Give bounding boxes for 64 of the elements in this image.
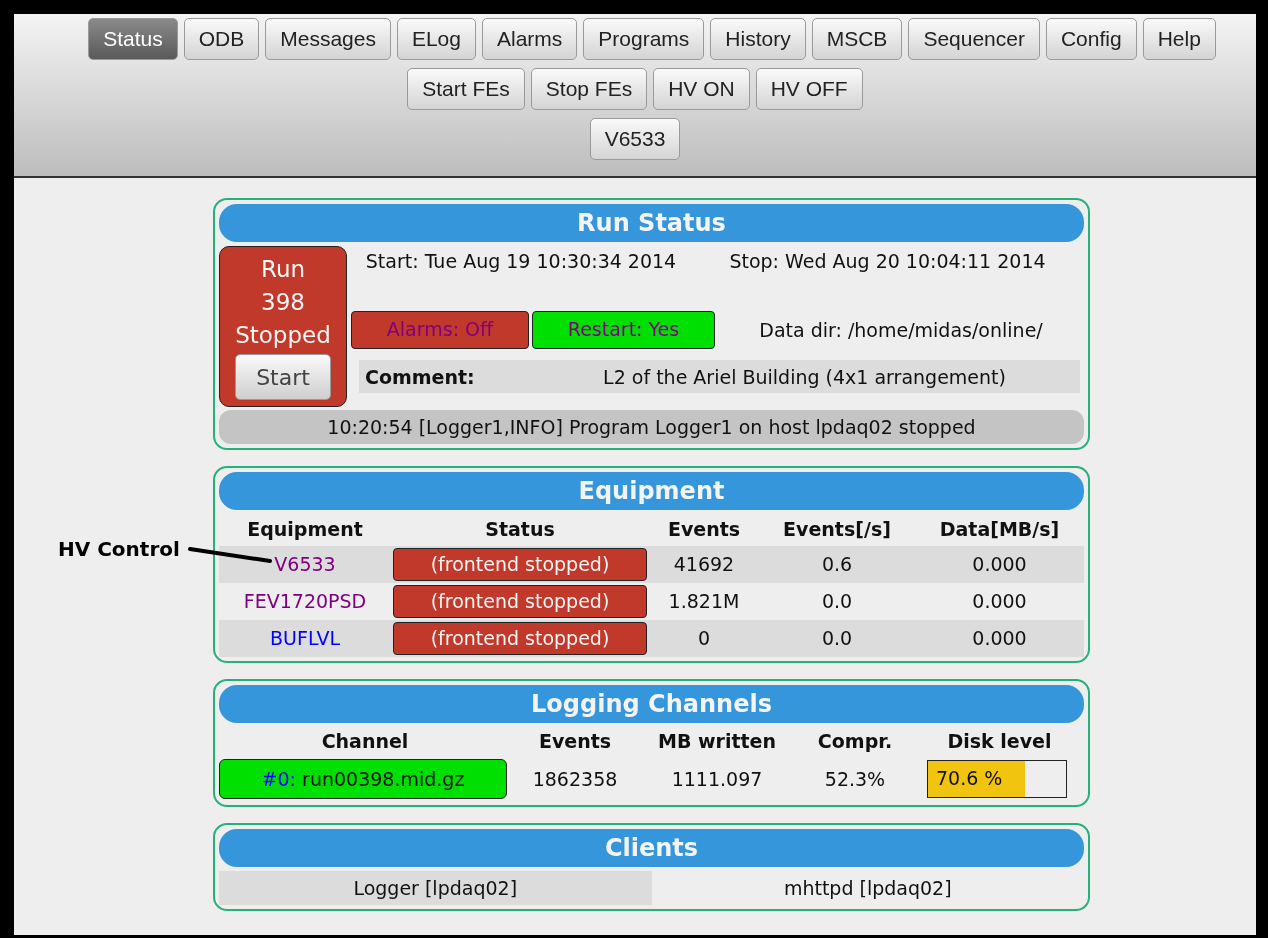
column-header: Status xyxy=(391,512,649,546)
panel-title: Clients xyxy=(219,829,1084,867)
data-dir: Data dir: /home/midas/online/ xyxy=(758,319,1044,341)
run-state: Stopped xyxy=(235,321,331,350)
nav-tab[interactable]: ELog xyxy=(396,18,476,60)
data-rate-value: 0.000 xyxy=(972,627,1027,650)
nav-tab[interactable]: ODB xyxy=(183,18,260,60)
message-bar: 10:20:54 [Logger1,INFO] Program Logger1 on host lpdaq02 stopped xyxy=(219,410,1084,444)
action-button[interactable]: HV ON xyxy=(653,68,750,110)
status-badge: (frontend stopped) xyxy=(393,585,647,618)
events-value: 41692 xyxy=(673,553,735,576)
column-header: Disk level xyxy=(946,728,1053,754)
column-header: Compr. xyxy=(816,728,894,754)
column-header: Events xyxy=(649,512,759,546)
nav-tab[interactable]: Sequencer xyxy=(908,18,1040,60)
run-number: 398 xyxy=(261,288,305,317)
restart-indicator: Restart: Yes xyxy=(532,311,715,349)
nav-tab[interactable]: Help xyxy=(1142,18,1216,60)
events-value: 1862358 xyxy=(532,767,618,790)
start-button[interactable]: Start xyxy=(235,354,331,400)
column-header: Channel xyxy=(320,728,410,754)
rate-value: 0.0 xyxy=(821,590,853,613)
nav-tab[interactable]: Status xyxy=(88,18,178,60)
comment-label: Comment: xyxy=(364,365,476,388)
rate-value: 0.6 xyxy=(821,553,853,576)
disk-level-text: 70.6 % xyxy=(935,767,1003,789)
status-badge: (frontend stopped) xyxy=(393,548,647,581)
nav-tab[interactable]: Messages xyxy=(265,18,391,60)
alarms-indicator: Alarms: Off xyxy=(351,311,529,349)
panel-title: Equipment xyxy=(219,472,1084,510)
channel-badge[interactable]: #0: run00398.mid.gz xyxy=(219,759,507,799)
nav-tab[interactable]: Config xyxy=(1045,18,1137,60)
nav-tab[interactable]: Alarms xyxy=(481,18,578,60)
comment-text: L2 of the Ariel Building (4x1 arrangement) xyxy=(602,365,1007,388)
stop-time: Stop: Wed Aug 20 10:04:11 2014 xyxy=(728,250,1047,272)
action-button[interactable]: Start FEs xyxy=(407,68,525,110)
column-header: MB written xyxy=(657,728,777,754)
nav-tab[interactable]: History xyxy=(710,18,806,60)
client-cell: Logger [lpdaq02] xyxy=(219,871,652,905)
equipment-link[interactable]: V6533 xyxy=(274,553,336,576)
panel-title: Run Status xyxy=(219,204,1084,242)
data-rate-value: 0.000 xyxy=(972,590,1027,613)
compression-value: 52.3% xyxy=(824,767,886,790)
column-header: Data[MB/s] xyxy=(915,512,1084,546)
action-button[interactable]: HV OFF xyxy=(755,68,863,110)
equipment-link[interactable]: FEV1720PSD xyxy=(243,590,367,613)
annotation-label: HV Control xyxy=(58,536,180,563)
nav-tab[interactable]: Programs xyxy=(583,18,705,60)
nav-tab[interactable]: MSCB xyxy=(811,18,903,60)
column-header: Events xyxy=(537,728,613,754)
mb-written-value: 1111.097 xyxy=(671,767,763,790)
column-header: Events[/s] xyxy=(759,512,915,546)
equipment-link[interactable]: BUFLVL xyxy=(270,627,340,650)
start-time: Start: Tue Aug 19 10:30:34 2014 xyxy=(364,250,678,272)
panel-title: Logging Channels xyxy=(219,685,1084,723)
action-button[interactable]: Stop FEs xyxy=(530,68,648,110)
data-rate-value: 0.000 xyxy=(972,553,1027,576)
rate-value: 0.0 xyxy=(821,627,853,650)
custom-button[interactable]: V6533 xyxy=(589,118,681,160)
run-label: Run xyxy=(260,255,306,284)
events-value: 0 xyxy=(697,627,711,650)
status-badge: (frontend stopped) xyxy=(393,622,647,655)
events-value: 1.821M xyxy=(668,590,740,613)
column-header: Equipment xyxy=(219,512,391,546)
